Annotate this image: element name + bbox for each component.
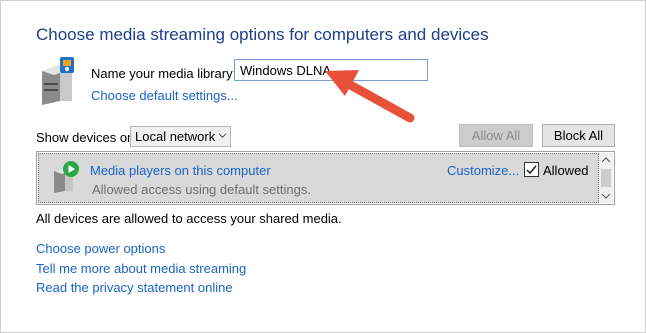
shared-media-info: All devices are allowed to access your s… <box>36 211 342 226</box>
power-options-link[interactable]: Choose power options <box>36 241 165 256</box>
checkmark-icon <box>526 165 537 175</box>
red-arrow-icon <box>325 70 415 123</box>
choose-default-settings-link[interactable]: Choose default settings... <box>91 88 238 103</box>
privacy-statement-link[interactable]: Read the privacy statement online <box>36 280 233 295</box>
allow-all-button[interactable]: Allow All <box>459 124 533 147</box>
media-server-icon <box>42 57 74 105</box>
scroll-down-icon[interactable] <box>602 193 610 199</box>
customize-link[interactable]: Customize... <box>447 163 519 178</box>
scroll-up-icon[interactable] <box>602 157 610 163</box>
network-select[interactable]: Local network <box>130 126 231 147</box>
scrollbar-thumb[interactable] <box>601 169 611 187</box>
chevron-down-icon <box>219 133 226 138</box>
device-status: Allowed access using default settings. <box>92 182 311 197</box>
media-player-device-icon <box>54 161 79 193</box>
library-name-label: Name your media library: <box>91 66 237 81</box>
device-list-scrollbar[interactable] <box>599 153 613 203</box>
device-name[interactable]: Media players on this computer <box>90 163 271 178</box>
tell-me-more-link[interactable]: Tell me more about media streaming <box>36 261 246 276</box>
allowed-label: Allowed <box>543 163 589 178</box>
block-all-button[interactable]: Block All <box>542 124 615 147</box>
allowed-checkbox[interactable] <box>524 162 539 177</box>
device-row[interactable]: Media players on this computer Allowed a… <box>38 153 599 203</box>
network-select-value: Local network <box>135 129 216 144</box>
device-list: Media players on this computer Allowed a… <box>36 151 615 205</box>
page-title: Choose media streaming options for compu… <box>36 25 489 44</box>
show-devices-label: Show devices on: <box>36 130 138 145</box>
